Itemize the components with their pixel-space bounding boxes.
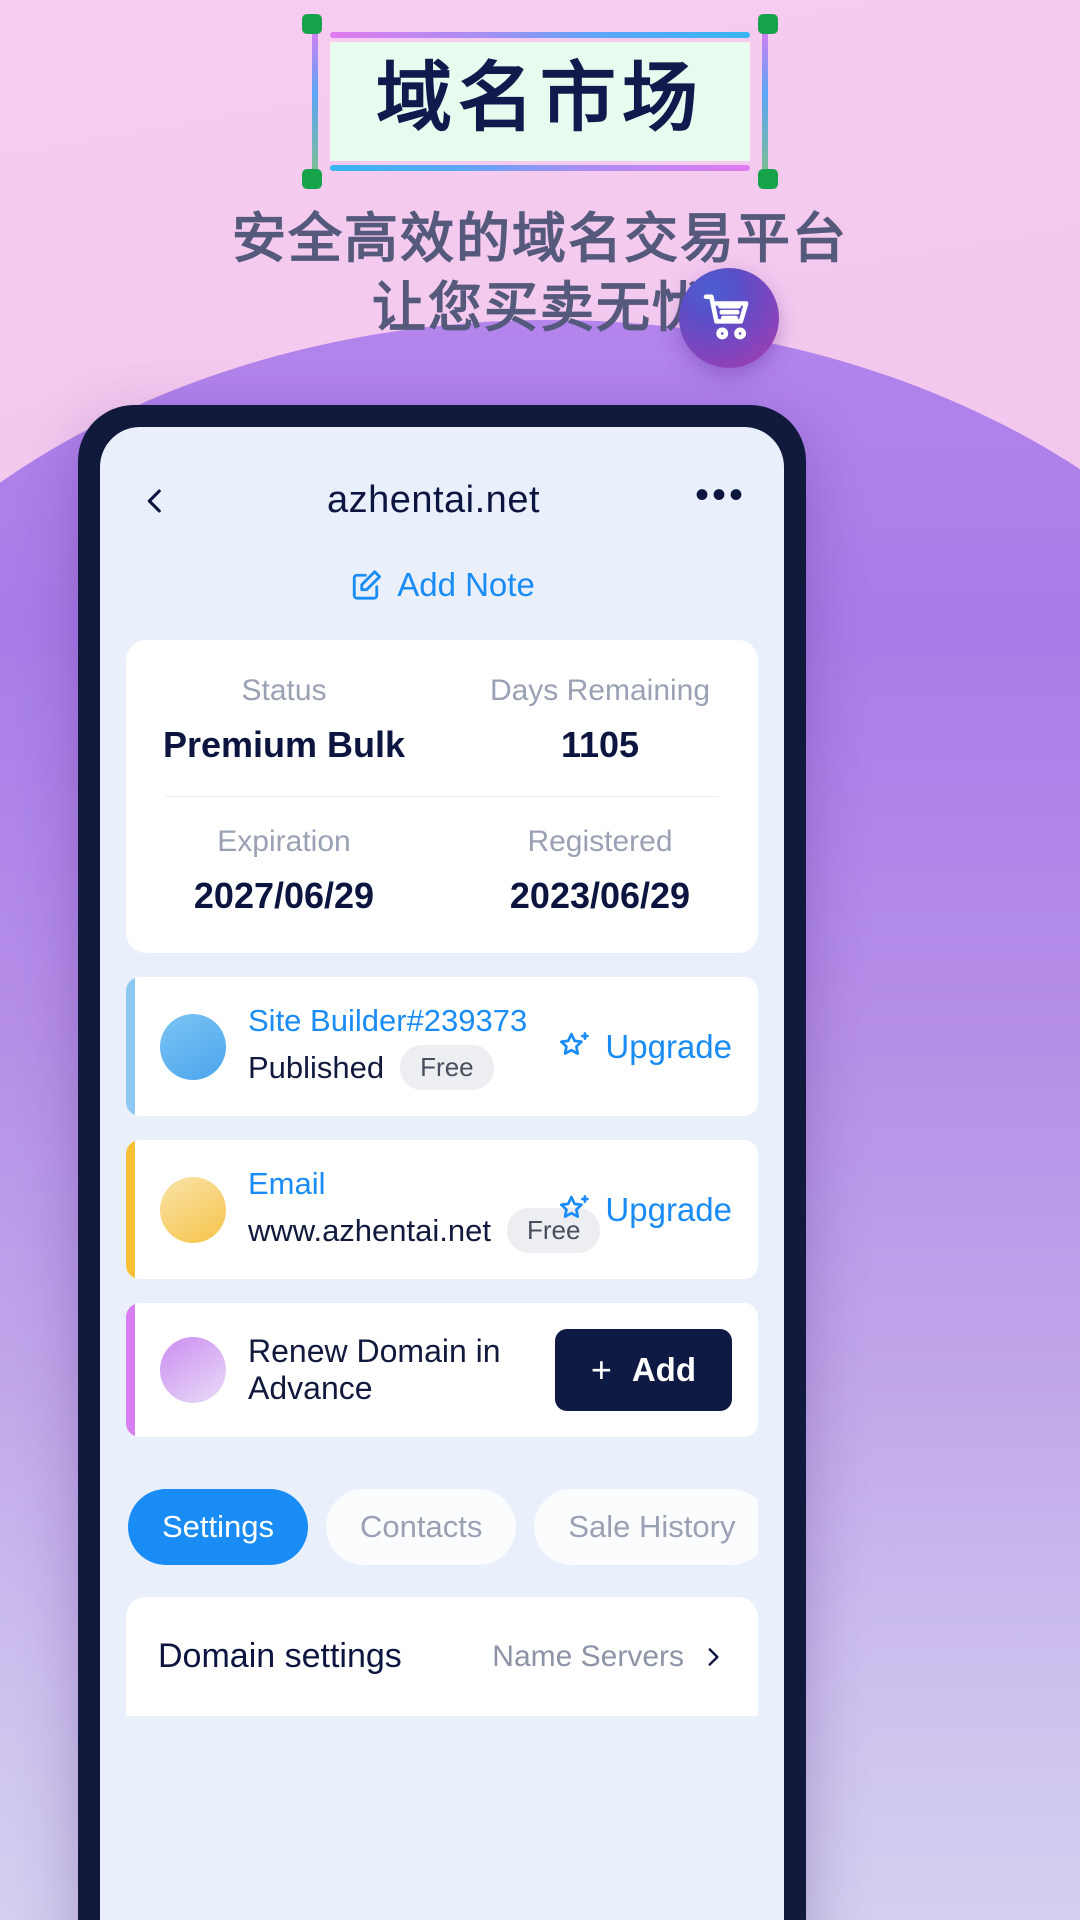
tab-bar: Settings Contacts Sale History Whois Sta… (126, 1489, 758, 1565)
title-box: 域名市场 (325, 31, 755, 172)
phone-mockup: azhentai.net ••• Add Note Status Premium… (78, 405, 806, 1920)
add-note-label: Add Note (397, 566, 535, 603)
hero-section: 域名市场 安全高效的域名交易平台 让您买卖无忧 (0, 0, 1080, 343)
status-value: Premium Bulk (162, 724, 406, 765)
corner-marker-bottom-left (302, 169, 322, 190)
phone-screen: azhentai.net ••• Add Note Status Premium… (100, 427, 784, 1920)
sparkle-star-icon (560, 1031, 590, 1055)
service-row-email[interactable]: Email www.azhentai.net Free Upgrade (126, 1140, 758, 1279)
service-row-renew-domain[interactable]: Renew Domain in Advance + Add (126, 1303, 758, 1437)
plus-icon: + (590, 1349, 612, 1390)
hero-subtitle-line-1: 安全高效的域名交易平台 (232, 209, 848, 270)
domain-settings-value-group: Name Servers (492, 1640, 726, 1674)
domain-settings-label: Domain settings (158, 1637, 402, 1675)
hero-title: 域名市场 (376, 56, 704, 141)
registered-value: 2023/06/29 (509, 875, 691, 916)
avatar (160, 1337, 226, 1403)
days-remaining-value: 1105 (560, 724, 640, 765)
domain-settings-row[interactable]: Domain settings Name Servers (126, 1597, 758, 1716)
days-remaining-label: Days Remaining (489, 674, 711, 707)
service-subline: www.azhentai.net Free (248, 1208, 601, 1253)
status-field-registered: Registered 2023/06/29 (442, 825, 758, 917)
title-banner: 域名市场 (302, 14, 778, 190)
status-field-status: Status Premium Bulk (126, 674, 442, 766)
title-border-right (762, 24, 768, 180)
upgrade-label: Upgrade (605, 1190, 732, 1228)
status-badge: Free (400, 1045, 494, 1090)
hero-subtitle: 安全高效的域名交易平台 让您买卖无忧 (0, 205, 1080, 343)
expiration-label: Expiration (217, 825, 351, 858)
status-field-expiration: Expiration 2027/06/29 (126, 825, 442, 917)
tab-settings[interactable]: Settings (128, 1489, 309, 1565)
status-label: Status (241, 674, 327, 707)
status-row-top: Status Premium Bulk Days Remaining 1105 (126, 674, 758, 766)
sparkle-star-icon (560, 1194, 590, 1218)
status-field-days-remaining: Days Remaining 1105 (442, 674, 758, 766)
chevron-right-icon[interactable] (700, 1644, 726, 1670)
upgrade-label: Upgrade (605, 1027, 732, 1065)
service-subtitle: www.azhentai.net (248, 1212, 491, 1248)
accent-bar (126, 1140, 135, 1279)
corner-marker-bottom-right (758, 169, 778, 190)
title-border-left (312, 24, 318, 180)
add-note-button[interactable]: Add Note (126, 566, 758, 604)
corner-marker-top-left (302, 14, 322, 34)
status-row-bottom: Expiration 2027/06/29 Registered 2023/06… (126, 825, 758, 917)
app-header: azhentai.net ••• (126, 427, 758, 522)
avatar (160, 1013, 226, 1080)
service-title[interactable]: Email (248, 1166, 547, 1202)
upgrade-button[interactable]: Upgrade (557, 1191, 732, 1229)
service-title: Renew Domain in Advance (248, 1333, 501, 1406)
edit-note-icon (353, 570, 382, 600)
page-title: azhentai.net (326, 479, 541, 521)
tab-sale-history[interactable]: Sale History (534, 1489, 758, 1565)
upgrade-button[interactable]: Upgrade (557, 1028, 732, 1066)
domain-status-card: Status Premium Bulk Days Remaining 1105 … (126, 640, 758, 953)
status-card-divider (166, 796, 718, 797)
tab-contacts[interactable]: Contacts (326, 1489, 517, 1565)
avatar (160, 1176, 226, 1243)
service-body: Email www.azhentai.net Free (248, 1166, 601, 1253)
service-body: Site Builder#239373 Published Free (248, 1003, 547, 1090)
add-button-label: Add (631, 1351, 696, 1388)
service-title[interactable]: Site Builder#239373 (248, 1003, 547, 1039)
poster-root: 域名市场 安全高效的域名交易平台 让您买卖无忧 azhentai.net ••• (0, 0, 1080, 1920)
name-servers-value: Name Servers (492, 1639, 684, 1673)
accent-bar (126, 977, 135, 1116)
shopping-cart-badge (679, 268, 779, 368)
shopping-cart-icon (703, 294, 749, 340)
ellipsis-icon[interactable]: ••• (695, 475, 746, 519)
hero-subtitle-line-2: 让您买卖无忧 (372, 278, 708, 339)
service-subtitle: Published (248, 1049, 385, 1085)
service-subline: Published Free (248, 1045, 547, 1090)
add-button[interactable]: + Add (554, 1329, 732, 1411)
registered-label: Registered (527, 825, 673, 858)
service-body: Renew Domain in Advance (248, 1333, 555, 1407)
service-row-site-builder[interactable]: Site Builder#239373 Published Free Upgra… (126, 977, 758, 1116)
chevron-left-icon[interactable] (138, 484, 172, 518)
expiration-value: 2027/06/29 (193, 875, 375, 916)
corner-marker-top-right (758, 14, 778, 34)
accent-bar (126, 1303, 135, 1437)
